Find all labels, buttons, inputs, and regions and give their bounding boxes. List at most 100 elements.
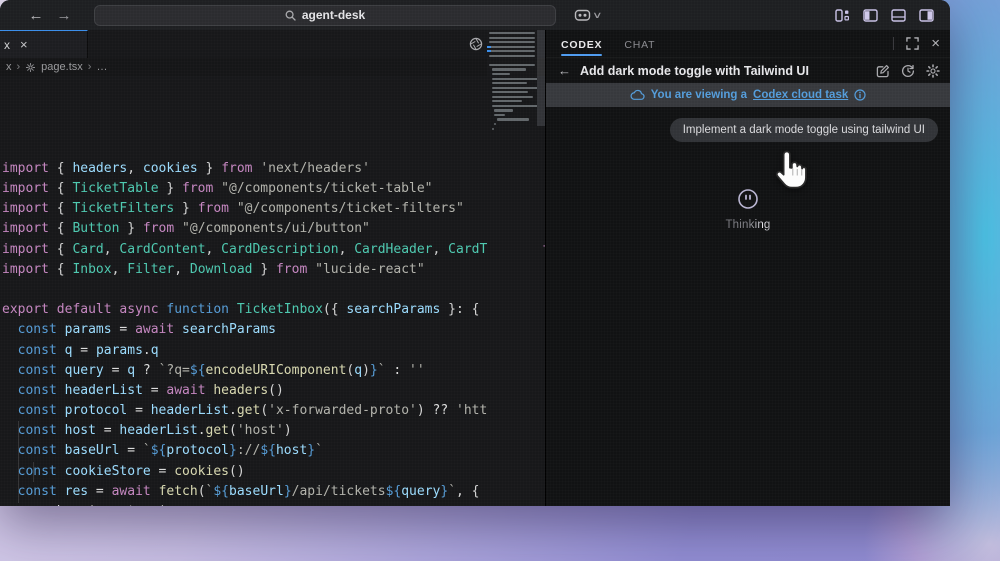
code-token: = <box>119 443 142 458</box>
expand-panel-icon[interactable] <box>906 37 919 50</box>
code-token: } <box>253 262 276 277</box>
codex-extension-button[interactable]: ∨ <box>574 8 601 22</box>
codex-face-icon <box>574 8 591 22</box>
code-token: = <box>151 464 174 479</box>
code-token: from <box>143 221 182 236</box>
info-icon[interactable] <box>854 89 866 101</box>
code-token: , <box>339 242 355 257</box>
code-token: } <box>440 484 448 499</box>
code-token: protocol <box>65 403 128 418</box>
minimap-line <box>497 118 530 120</box>
code-line[interactable]: cache: 'no-store', <box>2 502 545 506</box>
search-icon <box>285 10 296 21</box>
tab-chat[interactable]: CHAT <box>624 32 655 56</box>
code-token: fetch <box>159 484 198 499</box>
code-line[interactable]: import { headers, cookies } from 'next/h… <box>2 159 545 179</box>
close-panel-icon[interactable]: × <box>931 36 940 51</box>
editor-scrollbar[interactable] <box>537 30 545 506</box>
code-line[interactable]: import { TicketFilters } from "@/compone… <box>2 199 545 219</box>
new-task-icon[interactable] <box>876 64 890 78</box>
chevron-down-icon: ∨ <box>592 10 603 21</box>
code-token: ( <box>198 484 206 499</box>
code-token: get <box>237 403 260 418</box>
code-line[interactable]: const baseUrl = `${protocol}://${host}` <box>2 441 545 461</box>
tab-page-tsx[interactable]: x × <box>0 30 88 58</box>
code-line[interactable]: const res = await fetch(`${baseUrl}/api/… <box>2 482 545 502</box>
thinking-status: Thinking <box>546 188 950 231</box>
code-token: from <box>221 161 260 176</box>
code-token: params <box>96 343 143 358</box>
code-line[interactable]: import { Inbox, Filter, Download } from … <box>2 260 545 280</box>
code-token: } <box>284 484 292 499</box>
minimap-line <box>492 100 522 102</box>
breadcrumb-tail[interactable]: … <box>96 61 107 73</box>
code-token: } <box>174 201 197 216</box>
codex-cloud-task-link[interactable]: Codex cloud task <box>753 89 848 101</box>
code-token: = <box>96 423 119 438</box>
code-token: 'x-forwarded-proto' <box>268 403 417 418</box>
code-line[interactable]: import { Button } from "@/components/ui/… <box>2 219 545 239</box>
code-token: ${ <box>151 443 167 458</box>
code-line[interactable]: import { TicketTable } from "@/component… <box>2 179 545 199</box>
breadcrumb[interactable]: x › page.tsx › … <box>0 58 545 76</box>
code-token: () <box>229 464 245 479</box>
command-center-search[interactable]: agent-desk <box>94 5 556 26</box>
code-line[interactable] <box>2 280 545 300</box>
cloud-task-banner[interactable]: You are viewing a Codex cloud task <box>546 83 950 107</box>
tab-close-icon[interactable]: × <box>20 37 28 52</box>
code-line[interactable]: const query = q ? `?q=${encodeURICompone… <box>2 361 545 381</box>
code-token: import <box>2 262 57 277</box>
code-token: ( <box>229 423 237 438</box>
minimap-line <box>494 109 513 111</box>
code-line[interactable]: const params = await searchParams <box>2 320 545 340</box>
code-line[interactable]: const host = headerList.get('host') <box>2 421 545 441</box>
scrollbar-thumb[interactable] <box>537 30 545 126</box>
code-line[interactable]: export default async function TicketInbo… <box>2 300 545 320</box>
code-token: 'next/headers' <box>260 161 370 176</box>
code-token: , { <box>456 484 479 499</box>
code-token: const <box>2 343 65 358</box>
history-icon[interactable] <box>901 64 915 78</box>
code-token: ) <box>362 363 370 378</box>
code-line[interactable]: const headerList = await headers() <box>2 381 545 401</box>
settings-gear-icon[interactable] <box>926 64 940 78</box>
code-token: = <box>143 383 166 398</box>
banner-text: You are viewing a <box>651 89 747 101</box>
code-token: ? <box>135 363 158 378</box>
code-token: query <box>65 363 104 378</box>
code-line[interactable]: const q = params.q <box>2 341 545 361</box>
code-token: '' <box>409 363 425 378</box>
code-token: headers <box>213 383 268 398</box>
toggle-panel-icon[interactable] <box>891 9 906 22</box>
code-token: ` <box>143 443 151 458</box>
toggle-primary-sidebar-icon[interactable] <box>863 9 878 22</box>
code-token: TicketFilters <box>72 201 174 216</box>
tsx-file-icon <box>25 62 36 73</box>
minimap-line <box>494 114 505 116</box>
pause-circle-icon <box>737 188 759 210</box>
code-token: CardHeader <box>354 242 432 257</box>
code-token: { <box>57 262 73 277</box>
indent-guide <box>18 421 19 503</box>
code-token: import <box>2 242 57 257</box>
vscode-window: ← → agent-desk ∨ x × <box>0 0 950 506</box>
code-token: ${ <box>260 443 276 458</box>
editor-code[interactable]: import { headers, cookies } from 'next/h… <box>0 76 545 506</box>
breadcrumb-file[interactable]: page.tsx <box>41 61 83 73</box>
code-token: Inbox <box>72 262 111 277</box>
customize-layout-icon[interactable] <box>835 9 850 22</box>
code-line[interactable]: import { Card, CardContent, CardDescript… <box>2 240 545 260</box>
code-line[interactable]: const cookieStore = cookies() <box>2 462 545 482</box>
task-header-actions <box>876 64 940 78</box>
toggle-secondary-sidebar-icon[interactable] <box>919 9 934 22</box>
back-icon[interactable]: ← <box>558 63 571 78</box>
forward-icon[interactable]: → <box>54 7 74 24</box>
back-icon[interactable]: ← <box>26 7 46 24</box>
breadcrumb-root[interactable]: x <box>6 61 12 73</box>
minimap-line <box>489 41 535 43</box>
minimap[interactable] <box>487 30 537 506</box>
code-token: = <box>88 484 111 499</box>
code-line[interactable]: const protocol = headerList.get('x-forwa… <box>2 401 545 421</box>
tab-codex[interactable]: CODEX <box>561 32 602 56</box>
minimap-line <box>492 73 511 75</box>
